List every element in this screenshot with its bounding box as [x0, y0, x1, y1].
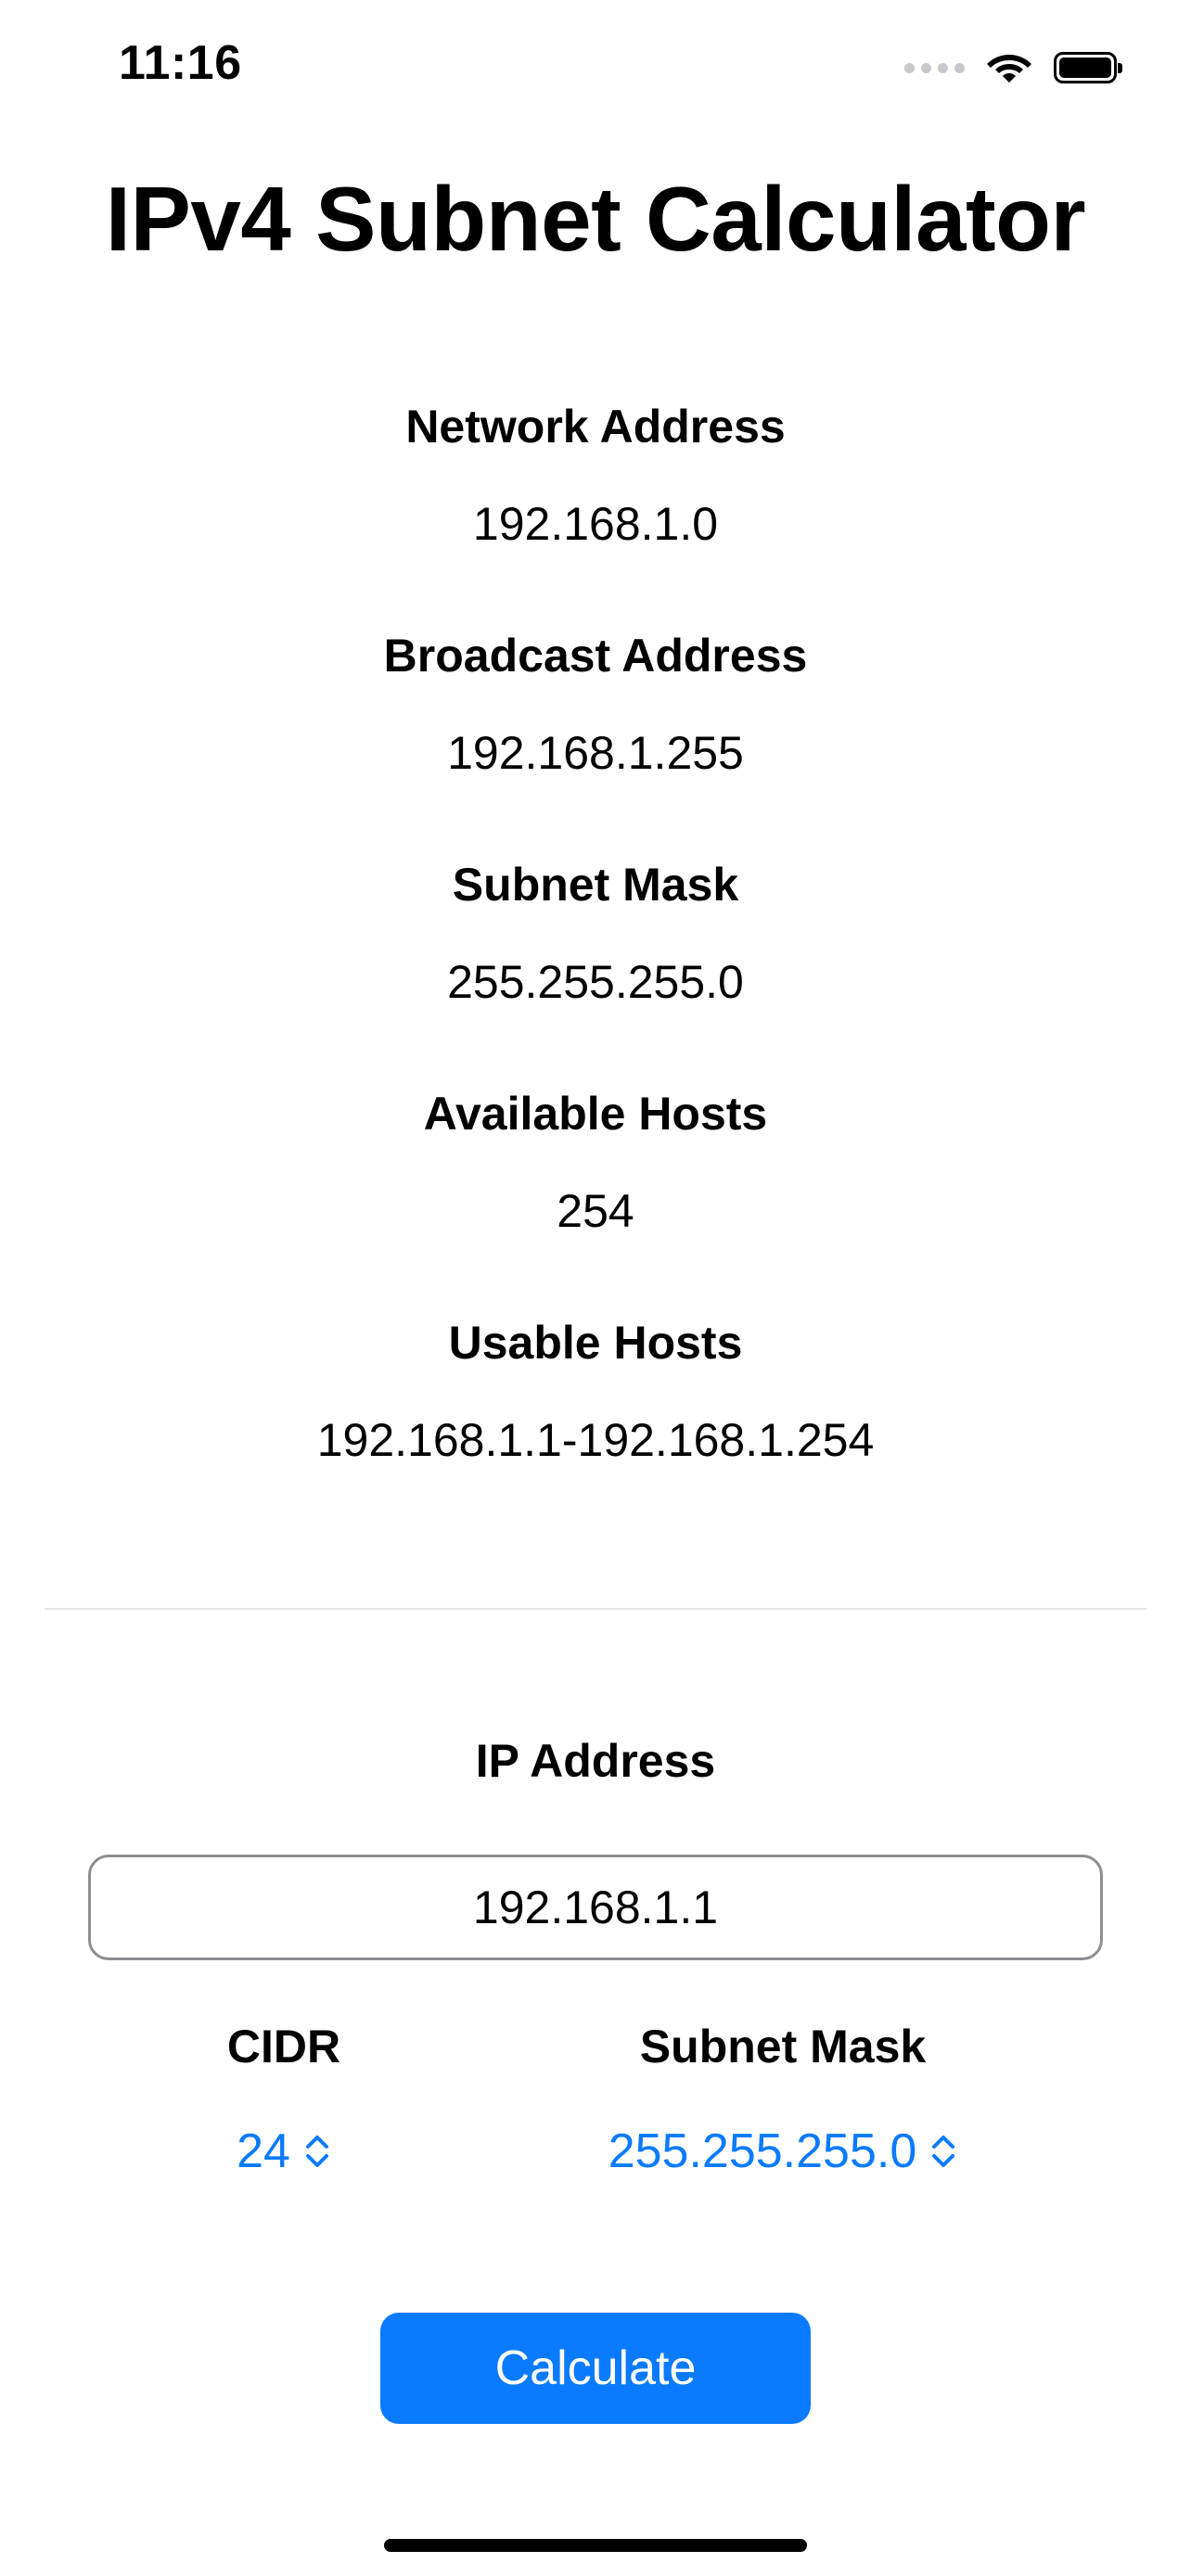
result-value: 254 — [557, 1185, 634, 1237]
ip-address-label: IP Address — [475, 1735, 716, 1787]
home-indicator — [384, 2539, 807, 2552]
result-label: Network Address — [405, 401, 786, 453]
chevron-up-down-icon — [305, 2136, 328, 2167]
result-value: 255.255.255.0 — [447, 956, 744, 1008]
broadcast-address-result: Broadcast Address 192.168.1.255 — [0, 618, 1191, 848]
result-label: Subnet Mask — [452, 859, 739, 911]
ip-address-input[interactable] — [88, 1855, 1103, 1960]
subnet-mask-picker-value: 255.255.255.0 — [608, 2124, 917, 2178]
divider — [45, 1608, 1146, 1610]
available-hosts-result: Available Hosts 254 — [0, 1077, 1191, 1306]
result-value: 192.168.1.1-192.168.1.254 — [316, 1414, 875, 1466]
signal-icon — [904, 62, 965, 73]
result-value: 192.168.1.0 — [472, 498, 719, 550]
chevron-up-down-icon — [932, 2136, 955, 2167]
results-section: Network Address 192.168.1.0 Broadcast Ad… — [0, 389, 1191, 1535]
subnet-mask-result: Subnet Mask 255.255.255.0 — [0, 848, 1191, 1077]
battery-icon — [1054, 52, 1122, 83]
network-address-result: Network Address 192.168.1.0 — [0, 389, 1191, 618]
result-label: Available Hosts — [423, 1088, 768, 1140]
calculate-button[interactable]: Calculate — [380, 2313, 811, 2424]
status-time: 11:16 — [119, 36, 242, 90]
wifi-icon — [987, 55, 1031, 83]
result-label: Usable Hosts — [448, 1317, 743, 1369]
status-icons — [904, 46, 1122, 89]
status-bar: 11:16 — [0, 0, 1191, 139]
subnet-mask-label: Subnet Mask — [639, 2021, 927, 2072]
subnet-mask-picker[interactable]: 255.255.255.0 — [597, 2123, 968, 2179]
result-label: Broadcast Address — [383, 630, 808, 682]
cidr-label: CIDR — [226, 2021, 341, 2072]
result-value: 192.168.1.255 — [447, 727, 744, 779]
cidr-picker-value: 24 — [237, 2124, 290, 2178]
usable-hosts-result: Usable Hosts 192.168.1.1-192.168.1.254 — [0, 1306, 1191, 1535]
cidr-picker[interactable]: 24 — [98, 2123, 469, 2179]
page-title: IPv4 Subnet Calculator — [105, 168, 1086, 270]
